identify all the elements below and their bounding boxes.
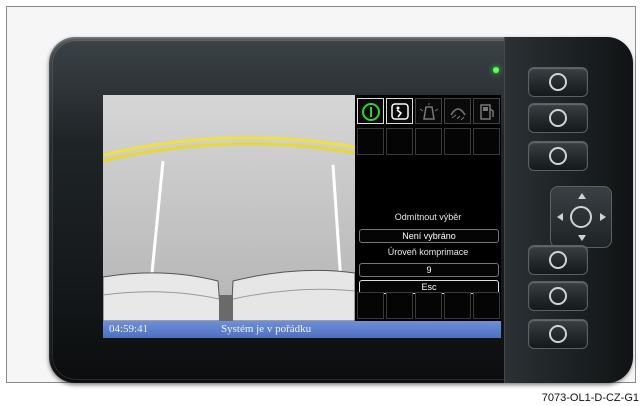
hardware-button-5[interactable] (528, 281, 588, 311)
exterior-lights-icon[interactable] (415, 98, 442, 124)
menu-value-not-selected[interactable]: Není vybráno (359, 229, 499, 243)
menu-value-compression[interactable]: 9 (359, 263, 499, 277)
hardware-button-6[interactable] (528, 319, 588, 349)
empty-slot (473, 292, 500, 319)
status-led (493, 67, 499, 73)
screen: Odmítnout výběr Není vybráno Úroveň komp… (103, 95, 501, 338)
empty-slot (415, 128, 442, 155)
fog-light-icon[interactable] (444, 98, 471, 124)
arrow-up-icon[interactable] (578, 193, 586, 199)
empty-slot (444, 128, 471, 155)
circle-icon (549, 109, 567, 127)
empty-slot (444, 292, 471, 319)
empty-slot (386, 292, 413, 319)
circle-icon (549, 73, 567, 91)
arrow-down-icon[interactable] (578, 235, 586, 241)
power-info-icon[interactable] (357, 98, 384, 124)
navigation-dpad[interactable] (550, 186, 612, 248)
info-panel: Odmítnout výběr Není vybráno Úroveň komp… (355, 95, 501, 321)
status-message: Systém je v pořádku (221, 323, 312, 335)
circle-icon (549, 287, 567, 305)
figure-code: 7073-OL1-D-CZ-G1 (541, 392, 639, 404)
menu-label-reject-selection: Odmítnout výběr (394, 212, 462, 222)
empty-slot (473, 128, 500, 155)
hardware-button-2[interactable] (528, 103, 588, 133)
hardware-button-1[interactable] (528, 67, 588, 97)
circle-icon (549, 251, 567, 269)
empty-slot (357, 292, 384, 319)
clock: 04:59:41 (109, 323, 149, 335)
arrow-right-icon[interactable] (600, 213, 606, 221)
bumper-left (103, 272, 222, 321)
figure-frame: Odmítnout výběr Není vybráno Úroveň komp… (6, 6, 636, 383)
bottom-icon-row (357, 292, 501, 320)
camera-scene (103, 95, 355, 321)
hardware-button-3[interactable] (528, 141, 588, 171)
rear-camera-view (103, 95, 355, 338)
arrow-left-icon[interactable] (557, 213, 563, 221)
tow-hitch (219, 295, 233, 321)
circle-icon (549, 325, 567, 343)
seat-person-icon[interactable] (386, 98, 413, 124)
empty-slot (357, 128, 384, 155)
icon-bar (357, 98, 501, 126)
hardware-button-4[interactable] (528, 245, 588, 275)
empty-icon-row (357, 128, 501, 156)
fuel-pump-icon[interactable] (473, 98, 500, 124)
empty-slot (386, 128, 413, 155)
dpad-center-icon[interactable] (570, 206, 592, 228)
circle-icon (549, 147, 567, 165)
menu-label-compression-level: Úroveň komprimace (387, 247, 469, 257)
empty-slot (415, 292, 442, 319)
status-bar: 04:59:41 Systém je v pořádku (103, 321, 501, 338)
